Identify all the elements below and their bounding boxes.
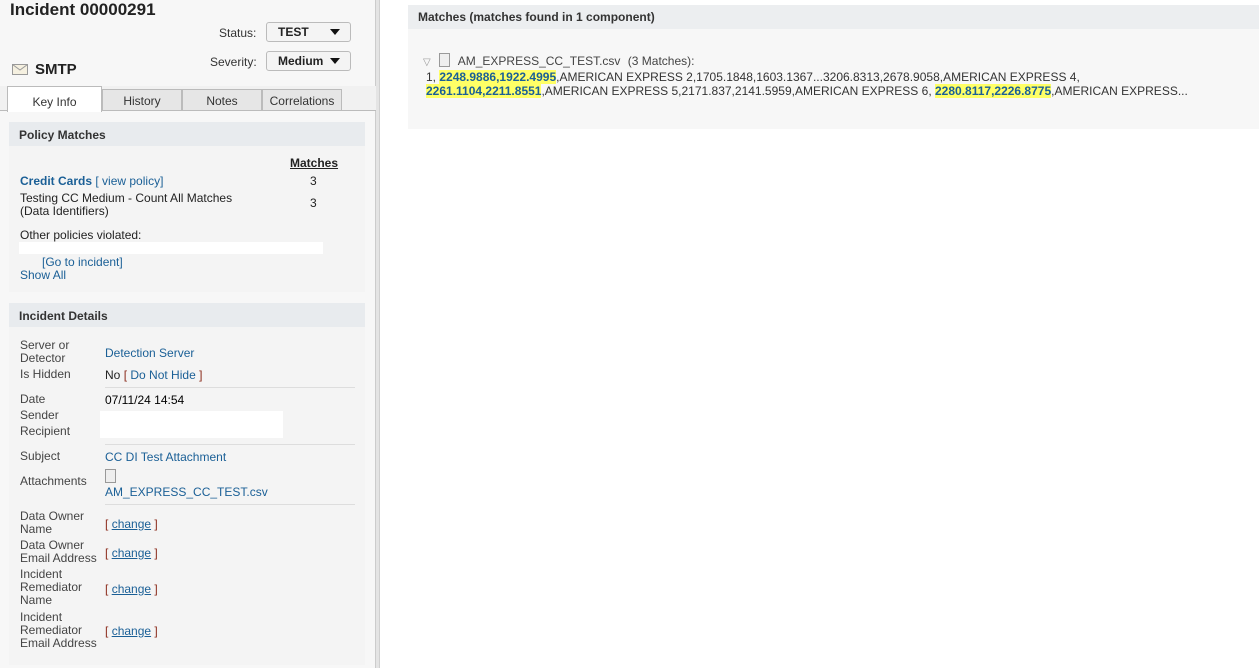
remediator-name-label: Incident (20, 567, 63, 581)
match-context: 1, (426, 70, 440, 84)
envelope-icon (12, 64, 28, 75)
file-icon (105, 469, 116, 483)
severity-label: Severity: (210, 55, 257, 69)
owner-name-label: Data Owner (20, 509, 85, 523)
chevron-down-icon (330, 29, 340, 35)
server-label-line: Server or (20, 338, 70, 352)
date-label: Date (20, 392, 46, 406)
rule-name-line: Testing CC Medium - Count All Matches (20, 191, 233, 205)
channel-label: SMTP (35, 61, 77, 78)
divider (105, 444, 355, 445)
owner-email-label: Data Owner (20, 538, 85, 552)
hidden-value: No (105, 368, 121, 382)
view-policy-link[interactable]: [ view policy] (95, 174, 163, 188)
change-remediator-name-link[interactable]: change (112, 582, 151, 596)
match-context: ,AMERICAN EXPRESS 5,2171.837,2141.5959,A… (541, 84, 935, 98)
go-to-incident-link[interactable]: [Go to incident] (42, 255, 123, 269)
tab-bar: Key Info History Notes Correlations (0, 86, 376, 112)
matches-panel: Matches (matches found in 1 component) ▽… (408, 5, 1259, 129)
tab-key-info[interactable]: Key Info (7, 86, 102, 112)
match-count: (3 Matches): (627, 54, 695, 68)
severity-value: Medium (278, 54, 324, 68)
highlighted-match: 2248.9886,1922.4995 (439, 70, 557, 84)
match-file-name: AM_EXPRESS_CC_TEST.csv (457, 54, 621, 68)
change-remediator-email-link[interactable]: change (112, 624, 151, 638)
chevron-down-icon (330, 58, 340, 64)
policy-match-count: 3 (310, 174, 317, 188)
show-all-link[interactable]: Show All (20, 268, 66, 282)
match-context: ,AMERICAN EXPRESS 2,1705.1848,1603.1367.… (556, 70, 1080, 84)
remediator-email-label: Email Address (20, 636, 97, 650)
recipient-label: Recipient (20, 424, 71, 438)
highlighted-match: 2280.8117,2226.8775 (935, 84, 1052, 98)
incident-details-panel: Incident Details Server or Detector Detec… (9, 303, 365, 665)
change-owner-email-link[interactable]: change (112, 546, 151, 560)
detection-server-link[interactable]: Detection Server (105, 347, 194, 360)
date-value: 07/11/24 14:54 (105, 393, 185, 407)
file-icon (439, 53, 451, 67)
status-dropdown[interactable]: TEST (266, 22, 351, 42)
sender-recipient-values (100, 411, 283, 438)
remediator-name-label: Remediator (20, 580, 83, 594)
remediator-name-label: Name (20, 593, 53, 607)
splitter-scrollbar[interactable] (376, 0, 380, 668)
match-context: ,AMERICAN EXPRESS... (1051, 84, 1188, 98)
incident-sidebar: Incident 00000291 Status: TEST Severity:… (0, 0, 376, 668)
matches-heading: Matches (matches found in 1 component) (408, 5, 1259, 29)
server-label-line: Detector (20, 351, 66, 365)
remediator-email-label: Remediator (20, 623, 83, 637)
attachments-label: Attachments (20, 474, 87, 488)
attachment-link[interactable]: AM_EXPRESS_CC_TEST.csv (105, 486, 268, 499)
other-policies-label: Other policies violated: (20, 228, 142, 242)
matches-column-header: Matches (290, 156, 339, 170)
severity-dropdown[interactable]: Medium (266, 51, 351, 71)
policy-link-credit-cards[interactable]: Credit Cards (20, 174, 92, 188)
incident-title: Incident 00000291 (10, 0, 156, 19)
incident-details-heading: Incident Details (9, 303, 365, 327)
status-value: TEST (278, 25, 309, 39)
rule-type: (Data Identifiers) (20, 204, 109, 218)
change-owner-name-link[interactable]: change (112, 517, 151, 531)
subject-label: Subject (20, 449, 61, 463)
status-label: Status: (219, 26, 257, 40)
server-label: Server or Detector (20, 339, 69, 365)
other-policies-list (19, 242, 323, 254)
divider (105, 387, 355, 388)
hidden-label: Is Hidden (20, 367, 71, 381)
remediator-email-label: Incident (20, 610, 63, 624)
subject-value[interactable]: CC DI Test Attachment (105, 451, 226, 464)
divider (105, 504, 355, 505)
collapse-triangle-icon[interactable]: ▽ (423, 57, 431, 68)
do-not-hide-link[interactable]: Do Not Hide (130, 368, 195, 382)
policy-matches-panel: Policy Matches Matches Credit Cards [ vi… (9, 122, 365, 292)
tab-history[interactable]: History (102, 89, 182, 111)
owner-name-label: Name (20, 522, 53, 536)
match-text: 1, 2248.9886,1922.4995,AMERICAN EXPRESS … (426, 70, 1256, 98)
highlighted-match: 2261.1104,2211.8551 (426, 84, 542, 98)
rule-name: Testing CC Medium - Count All Matches (Da… (20, 192, 232, 218)
policy-matches-heading: Policy Matches (9, 122, 365, 146)
owner-email-label: Email Address (20, 551, 97, 565)
rule-match-count: 3 (310, 196, 317, 210)
tab-notes[interactable]: Notes (182, 89, 262, 111)
sender-label: Sender (20, 408, 59, 422)
tab-correlations[interactable]: Correlations (262, 89, 342, 111)
